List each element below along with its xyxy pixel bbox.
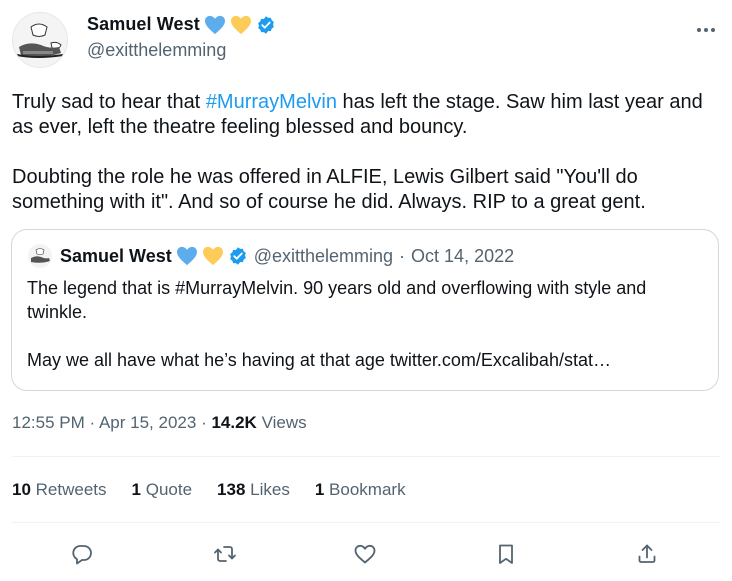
quotes-stat[interactable]: 1 Quote xyxy=(132,480,193,500)
tweet-header: Samuel West @exitthelemming xyxy=(12,10,720,68)
verified-icon[interactable] xyxy=(256,15,276,35)
tweet-text-part1: Truly sad to hear that xyxy=(12,91,206,113)
author-name-row: Samuel West xyxy=(87,14,276,35)
quoted-avatar xyxy=(28,244,52,268)
quoted-tweet-header: Samuel West @exitthelemming · Oct 14, 20… xyxy=(28,244,514,268)
avatar[interactable] xyxy=(12,12,68,68)
yellow-heart-icon xyxy=(202,246,224,266)
quoted-tweet[interactable]: Samuel West @exitthelemming · Oct 14, 20… xyxy=(11,229,719,391)
views-count: 14.2K xyxy=(211,413,257,432)
bookmark-icon[interactable] xyxy=(489,537,523,571)
retweet-icon[interactable] xyxy=(208,537,242,571)
quoted-date: Oct 14, 2022 xyxy=(411,245,515,266)
action-bar xyxy=(0,537,732,571)
blue-heart-icon xyxy=(176,246,198,266)
retweets-count: 10 xyxy=(12,480,31,499)
bookmarks-stat[interactable]: 1 Bookmark xyxy=(315,480,406,500)
bookmarks-label: Bookmark xyxy=(329,480,406,499)
meta-separator: · xyxy=(201,413,207,432)
quotes-label: Quote xyxy=(145,480,193,499)
views-label: Views xyxy=(261,413,307,432)
meta-separator: · xyxy=(89,413,96,432)
verified-icon xyxy=(228,246,248,266)
quoted-author-name: Samuel West xyxy=(60,245,172,266)
quoted-author-handle: @exitthelemming xyxy=(253,245,394,266)
reply-icon[interactable] xyxy=(65,537,99,571)
retweets-label: Retweets xyxy=(35,480,107,499)
divider xyxy=(12,456,720,457)
retweets-stat[interactable]: 10 Retweets xyxy=(12,480,107,500)
quoted-tweet-text: The legend that is #MurrayMelvin. 90 yea… xyxy=(27,278,647,370)
tweet-meta: 12:55 PM · Apr 15, 2023 · 14.2K Views xyxy=(12,413,307,433)
author-name[interactable]: Samuel West xyxy=(87,14,200,35)
tweet-text: Truly sad to hear that #MurrayMelvin has… xyxy=(12,90,712,215)
divider xyxy=(12,522,720,523)
yellow-heart-icon xyxy=(230,15,252,35)
likes-label: Likes xyxy=(250,480,290,499)
likes-count: 138 xyxy=(217,480,246,499)
more-icon[interactable] xyxy=(694,18,718,42)
meta-separator: · xyxy=(399,245,406,266)
tweet-date[interactable]: Apr 15, 2023 xyxy=(99,413,196,432)
engagement-stats: 10 Retweets 1 Quote 138 Likes 1 Bookmark xyxy=(12,480,431,500)
bookmarks-count: 1 xyxy=(314,480,325,499)
likes-stat[interactable]: 138 Likes xyxy=(217,480,290,500)
share-icon[interactable] xyxy=(630,537,664,571)
blue-heart-icon xyxy=(204,15,226,35)
author-handle[interactable]: @exitthelemming xyxy=(87,40,226,61)
quotes-count: 1 xyxy=(131,480,141,499)
tweet-time[interactable]: 12:55 PM xyxy=(12,413,85,432)
hashtag-link[interactable]: #MurrayMelvin xyxy=(206,91,337,113)
like-icon[interactable] xyxy=(348,537,382,571)
